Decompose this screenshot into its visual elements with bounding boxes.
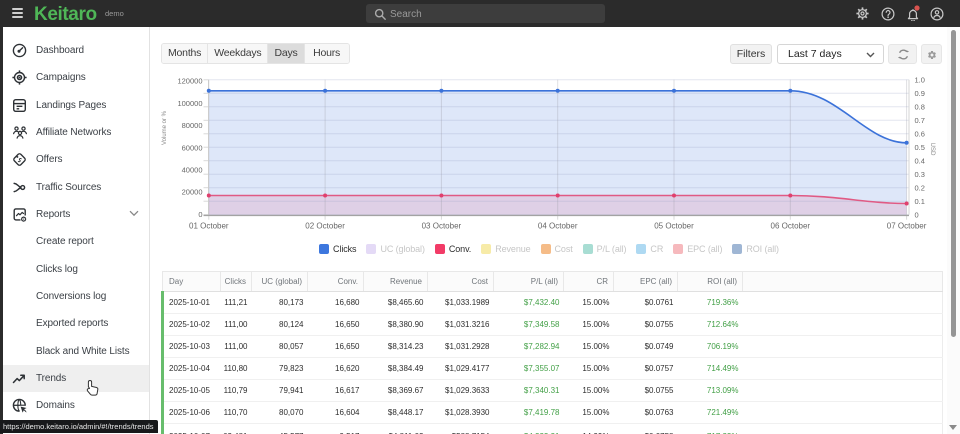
svg-text:100000: 100000 — [177, 99, 202, 108]
svg-text:0.7: 0.7 — [915, 116, 925, 125]
svg-text:60000: 60000 — [182, 143, 203, 152]
svg-text:80000: 80000 — [182, 121, 203, 130]
svg-text:120000: 120000 — [177, 77, 202, 86]
svg-text:07 October: 07 October — [887, 221, 927, 230]
svg-text:06 October: 06 October — [771, 221, 811, 230]
svg-text:01 October: 01 October — [189, 221, 229, 230]
svg-text:0.5: 0.5 — [915, 143, 925, 152]
svg-text:05 October: 05 October — [654, 221, 694, 230]
svg-text:0: 0 — [915, 211, 919, 220]
svg-text:40000: 40000 — [182, 166, 203, 175]
svg-text:1.0: 1.0 — [915, 76, 925, 85]
svg-text:02 October: 02 October — [305, 221, 345, 230]
svg-text:Volume or %: Volume or % — [162, 110, 168, 145]
svg-text:USD: USD — [929, 142, 936, 156]
svg-text:0.2: 0.2 — [915, 184, 925, 193]
svg-text:04 October: 04 October — [538, 221, 578, 230]
svg-text:0.4: 0.4 — [915, 157, 925, 166]
svg-text:0.9: 0.9 — [915, 89, 925, 98]
svg-text:03 October: 03 October — [422, 221, 462, 230]
svg-text:0.8: 0.8 — [915, 103, 925, 112]
svg-text:20000: 20000 — [182, 188, 203, 197]
svg-text:0.3: 0.3 — [915, 170, 925, 179]
svg-text:0.1: 0.1 — [915, 197, 925, 206]
svg-text:0: 0 — [198, 210, 202, 219]
svg-text:0.6: 0.6 — [915, 130, 925, 139]
